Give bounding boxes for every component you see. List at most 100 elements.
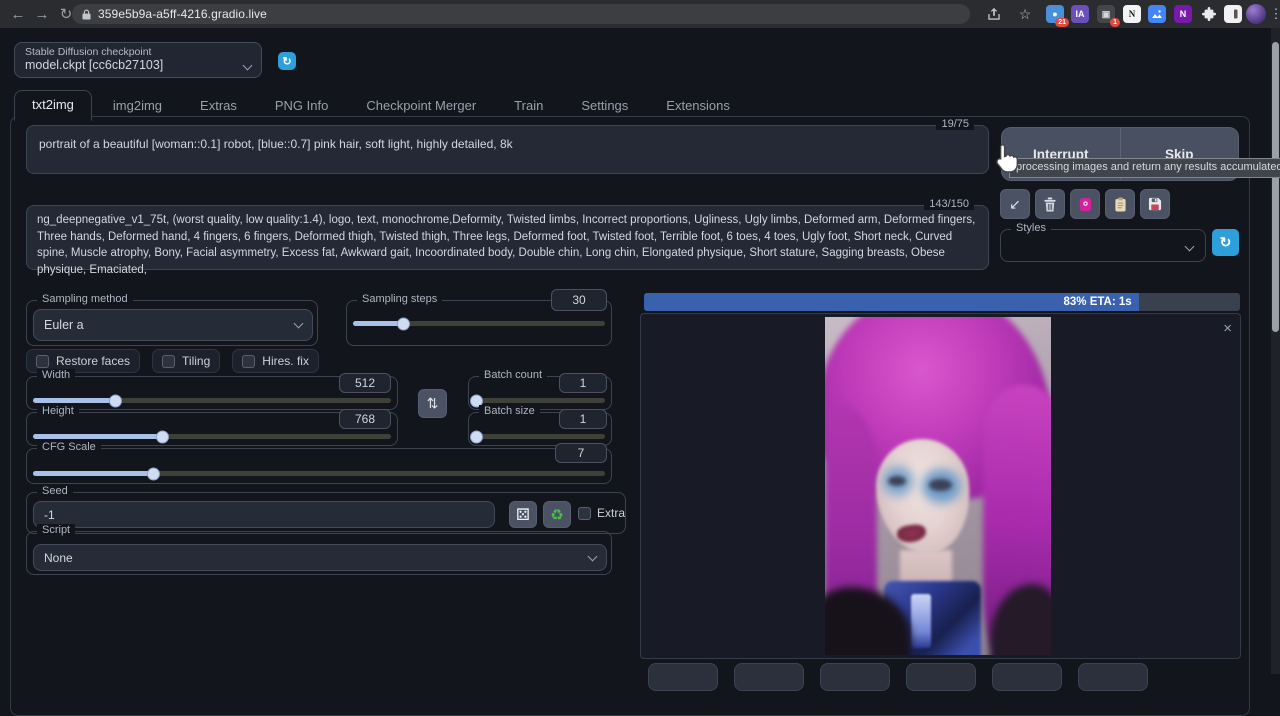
styles-refresh-button[interactable]: ↻ — [1212, 229, 1239, 256]
cfg-scale-input[interactable]: 7 — [555, 443, 607, 463]
height-input[interactable]: 768 — [339, 409, 391, 429]
tab-img2img[interactable]: img2img — [96, 92, 179, 121]
paste-generation-params-button[interactable]: ↙ — [1000, 189, 1030, 219]
result-action-button-6[interactable] — [1078, 663, 1148, 691]
sampling-method-value: Euler a — [44, 318, 84, 332]
mouse-cursor — [992, 142, 1020, 178]
pin-extension-icon[interactable]: ●21 — [1046, 5, 1064, 23]
result-action-button-1[interactable] — [648, 663, 718, 691]
random-seed-button[interactable]: ⚄ — [509, 501, 537, 528]
height-slider[interactable] — [33, 434, 391, 439]
image-extension-icon[interactable] — [1148, 5, 1166, 23]
tab-settings[interactable]: Settings — [564, 92, 645, 121]
progress-text: 83% ETA: 1s — [1063, 296, 1138, 308]
onenote-extension-icon[interactable]: N — [1174, 5, 1192, 23]
result-actions-row — [648, 663, 1148, 691]
slider-thumb[interactable] — [470, 430, 483, 443]
batch-count-slider[interactable] — [475, 398, 605, 403]
width-input[interactable]: 512 — [339, 373, 391, 393]
card-icon — [1078, 197, 1093, 212]
chevron-down-icon — [294, 319, 304, 329]
url-text: 359e5b9a-a5ff-4216.gradio.live — [98, 7, 267, 21]
extra-seed-checkbox[interactable] — [578, 507, 591, 520]
styles-dropdown[interactable]: Styles — [1000, 229, 1206, 262]
tab-extensions[interactable]: Extensions — [649, 92, 747, 121]
page-scrollbar — [1271, 28, 1280, 674]
tab-extras[interactable]: Extras — [183, 92, 254, 121]
page: { "browser": { "url": "359e5b9a-a5ff-421… — [0, 0, 1280, 674]
trash-icon — [1043, 197, 1057, 212]
batch-size-input[interactable]: 1 — [559, 409, 607, 429]
ia-extension-icon[interactable]: IA — [1071, 5, 1089, 23]
screenshot-extension-icon[interactable]: ▣1 — [1097, 5, 1115, 23]
tab-checkpoint-merger[interactable]: Checkpoint Merger — [349, 92, 493, 121]
cfg-scale-block: CFG Scale 7 — [26, 448, 612, 484]
slider-thumb[interactable] — [109, 394, 122, 407]
prompt-textarea[interactable]: 19/75 portrait of a beautiful [woman::0.… — [26, 125, 989, 174]
slider-thumb[interactable] — [147, 467, 160, 480]
negative-prompt-textarea[interactable]: 143/150 ng_deepnegative_v1_75t, (worst q… — [26, 205, 989, 270]
clear-prompt-button[interactable] — [1035, 189, 1065, 219]
result-action-button-3[interactable] — [820, 663, 890, 691]
cfg-scale-slider[interactable] — [33, 471, 605, 476]
tiling-checkbox[interactable]: Tiling — [152, 349, 220, 373]
back-icon[interactable]: ← — [6, 6, 30, 23]
slider-thumb[interactable] — [397, 317, 410, 330]
checkpoint-refresh-button[interactable]: ↻ — [278, 52, 296, 70]
batch-size-slider[interactable] — [475, 434, 605, 439]
close-image-button[interactable]: × — [1223, 322, 1232, 336]
sampling-method-select[interactable]: Euler a — [33, 309, 313, 341]
script-value: None — [44, 551, 73, 565]
result-action-button-4[interactable] — [906, 663, 976, 691]
seed-label: Seed — [37, 485, 73, 497]
forward-icon[interactable]: → — [30, 6, 54, 23]
checkbox-icon — [242, 355, 255, 368]
width-slider[interactable] — [33, 398, 391, 403]
bookmark-star-icon[interactable]: ☆ — [1016, 5, 1034, 23]
result-action-button-5[interactable] — [992, 663, 1062, 691]
notion-extension-icon[interactable]: N — [1123, 5, 1141, 23]
dice-icon: ⚄ — [516, 505, 530, 525]
tab-png-info[interactable]: PNG Info — [258, 92, 345, 121]
pin-extension-badge: 21 — [1055, 18, 1069, 27]
batch-count-input[interactable]: 1 — [559, 373, 607, 393]
save-style-button[interactable] — [1140, 189, 1170, 219]
tab-train[interactable]: Train — [497, 92, 560, 121]
profile-avatar[interactable] — [1246, 4, 1266, 24]
share-icon[interactable] — [985, 5, 1003, 23]
scrollbar-thumb[interactable] — [1272, 42, 1279, 332]
show-extra-networks-button[interactable] — [1070, 189, 1100, 219]
extra-seed-label: Extra — [597, 506, 625, 520]
sampling-steps-label: Sampling steps — [357, 293, 442, 305]
url-bar[interactable]: 359e5b9a-a5ff-4216.gradio.live — [72, 4, 970, 24]
prompt-tool-row: ↙ — [1000, 189, 1170, 219]
apply-styles-button[interactable] — [1105, 189, 1135, 219]
sampling-steps-input[interactable]: 30 — [551, 289, 607, 311]
puzzle-extension-icon[interactable] — [1200, 5, 1218, 23]
checkpoint-value: model.ckpt [cc6cb27103] — [25, 58, 163, 72]
checkpoint-dropdown[interactable]: Stable Diffusion checkpoint model.ckpt [… — [14, 42, 262, 78]
browser-toolbar: ← → ↻ 359e5b9a-a5ff-4216.gradio.live ☆ ●… — [0, 0, 1280, 28]
screenshot-extension-badge: 1 — [1110, 18, 1120, 27]
sidebar-extension-icon[interactable] — [1224, 5, 1242, 23]
recycle-icon: ♻ — [550, 506, 563, 524]
tab-txt2img[interactable]: txt2img — [14, 90, 92, 121]
seed-input[interactable]: -1 — [33, 501, 495, 528]
height-label: Height — [37, 405, 79, 417]
restore-faces-label: Restore faces — [56, 354, 130, 368]
portrait-collar-highlight — [911, 594, 931, 648]
result-action-button-2[interactable] — [734, 663, 804, 691]
browser-menu-icon[interactable]: ⋮ — [1267, 5, 1280, 23]
reuse-seed-button[interactable]: ♻ — [543, 501, 571, 528]
clipboard-icon — [1114, 197, 1127, 212]
negative-prompt-text: ng_deepnegative_v1_75t, (worst quality, … — [27, 206, 988, 284]
chevron-down-icon — [1185, 242, 1195, 252]
script-label: Script — [37, 524, 75, 536]
slider-thumb[interactable] — [156, 430, 169, 443]
script-select[interactable]: None — [33, 544, 607, 571]
swap-dimensions-button[interactable]: ⇅ — [418, 389, 447, 418]
sampling-steps-slider[interactable] — [353, 321, 605, 326]
generated-image[interactable] — [825, 317, 1051, 655]
portrait-eye-right — [929, 479, 952, 491]
hires-fix-checkbox[interactable]: Hires. fix — [232, 349, 319, 373]
